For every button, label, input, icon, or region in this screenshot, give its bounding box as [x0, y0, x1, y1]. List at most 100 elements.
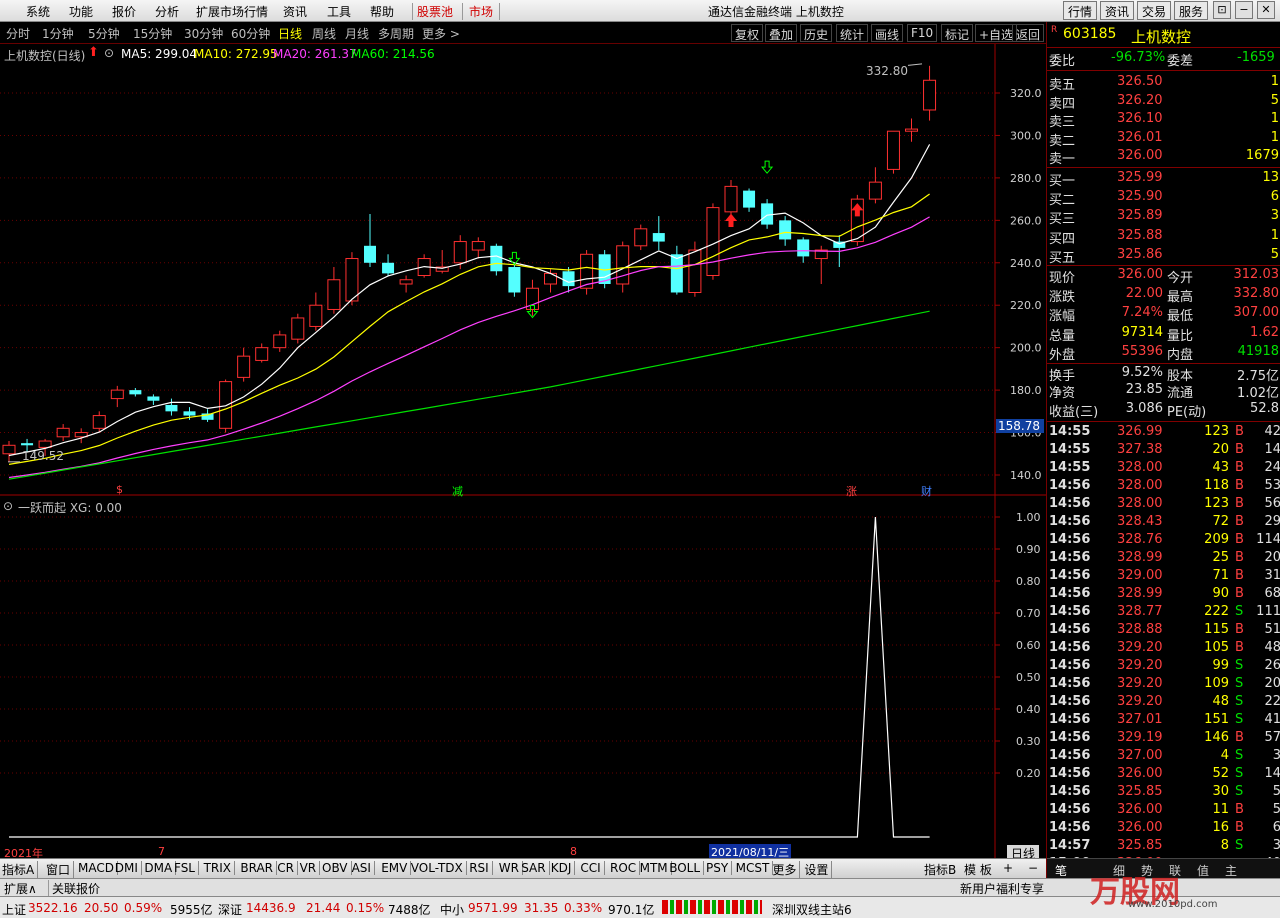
indicator-tab-5[interactable]: FSL [174, 861, 199, 875]
indicator-tab-9[interactable]: VR [300, 861, 321, 875]
menu-help[interactable]: 帮助 [370, 3, 394, 20]
period-multi[interactable]: 多周期 [378, 25, 414, 42]
tick-time: 14:56 [1049, 568, 1091, 583]
period-1min[interactable]: 1分钟 [42, 25, 74, 42]
indicator-tab-4[interactable]: DMA [144, 861, 177, 875]
tabbar-right-2[interactable]: + [1003, 861, 1013, 875]
stat-row: 现价 326.00 今开 312.03 [1047, 267, 1280, 286]
tool-history[interactable]: 历史 [800, 24, 833, 42]
btn-news[interactable]: 资讯 [1100, 1, 1135, 20]
bid-label: 买三 [1049, 212, 1076, 228]
period-more[interactable]: 更多 > [422, 25, 460, 42]
period-5min[interactable]: 5分钟 [88, 25, 120, 42]
btn-quote[interactable]: 行情 [1063, 1, 1098, 20]
indicator-tab-11[interactable]: ASI [352, 861, 375, 875]
tabbar-right-0[interactable]: 指标B [924, 861, 956, 878]
indicator-tab-24[interactable]: 更多 [772, 861, 801, 878]
indicator-tab-14[interactable]: RSI [469, 861, 493, 875]
tool-back[interactable]: 返回 [1012, 24, 1045, 42]
indicator-tab-21[interactable]: BOLL [669, 861, 705, 875]
tool-mark[interactable]: 标记 [941, 24, 974, 42]
ask-row[interactable]: 卖二 326.01 1 [1047, 130, 1280, 149]
menu-system[interactable]: 系统 [26, 3, 50, 20]
menu-analysis[interactable]: 分析 [155, 3, 179, 20]
tabbar-right-1[interactable]: 模 板 [964, 861, 992, 878]
indicator-tab-2[interactable]: MACD [78, 861, 118, 875]
promo-link[interactable]: 新用户福利专享 [960, 880, 1044, 897]
wb-label: 委比 [1049, 54, 1076, 69]
indicator-tab-10[interactable]: OBV [322, 861, 352, 875]
period-monthly[interactable]: 月线 [345, 25, 369, 42]
restore-icon[interactable]: ⊡ [1213, 1, 1231, 19]
btn-trade[interactable]: 交易 [1137, 1, 1172, 20]
indicator-tab-18[interactable]: CCI [580, 861, 605, 875]
close-icon[interactable]: ✕ [1257, 1, 1275, 19]
minimize-icon[interactable]: − [1235, 1, 1253, 19]
tool-stats[interactable]: 统计 [836, 24, 869, 42]
tab-main[interactable]: 主 [1225, 862, 1237, 879]
stat-label: 换手 [1049, 369, 1076, 384]
indicator-tab-16[interactable]: SAR [521, 861, 550, 875]
menu-news[interactable]: 资讯 [283, 3, 307, 20]
period-15min[interactable]: 15分钟 [133, 25, 172, 42]
ind-tick-label: 0.80 [1016, 575, 1041, 588]
tabbar-right-3[interactable]: − [1028, 861, 1038, 875]
tool-overlay[interactable]: 叠加 [765, 24, 798, 42]
menu-market[interactable]: 市场 [462, 3, 501, 20]
indicator-tab-13[interactable]: VOL-TDX [411, 861, 467, 875]
sz-amount: 7488亿 [388, 903, 431, 917]
tool-draw[interactable]: 画线 [871, 24, 904, 42]
tab-trades[interactable]: 笔 [1055, 862, 1067, 879]
indicator-tab-20[interactable]: MTM [640, 861, 672, 875]
tool-f10[interactable]: F10 [907, 24, 938, 42]
indicator-tab-0[interactable]: 指标A [2, 861, 39, 878]
menu-function[interactable]: 功能 [69, 3, 93, 20]
period-daily[interactable]: 日线 [278, 25, 302, 42]
bid-row[interactable]: 买二 325.90 6 [1047, 189, 1280, 208]
linked-quote-tab[interactable]: 关联报价 [48, 880, 100, 897]
tool-adjust[interactable]: 复权 [731, 24, 764, 42]
indicator-tab-22[interactable]: PSY [706, 861, 733, 875]
tick-time: 14:56 [1049, 586, 1091, 601]
bid-row[interactable]: 买一 325.99 13 [1047, 170, 1280, 189]
bid-row[interactable]: 买五 325.86 5 [1047, 247, 1280, 266]
menu-tools[interactable]: 工具 [327, 3, 351, 20]
bid-row[interactable]: 买四 325.88 1 [1047, 228, 1280, 247]
tool-add-watch[interactable]: +自选 [975, 24, 1018, 42]
tick-side: B [1235, 640, 1244, 655]
ask-row[interactable]: 卖五 326.50 1 [1047, 74, 1280, 93]
menu-stock-pool[interactable]: 股票池 [412, 3, 453, 20]
candle-body [345, 258, 359, 302]
expand-toggle[interactable]: 扩展∧ [4, 880, 37, 897]
indicator-tab-15[interactable]: WR [499, 861, 523, 875]
period-intraday[interactable]: 分时 [6, 25, 30, 42]
indicator-tab-6[interactable]: TRIX [204, 861, 236, 875]
menu-ext-market[interactable]: 扩展市场行情 [196, 3, 268, 20]
indicator-tab-17[interactable]: KDJ [551, 861, 576, 875]
period-weekly[interactable]: 周线 [312, 25, 336, 42]
indicator-tab-12[interactable]: EMV [381, 861, 412, 875]
indicator-tab-8[interactable]: CR [277, 861, 298, 875]
btn-service[interactable]: 服务 [1174, 1, 1209, 20]
indicator-tab-23[interactable]: MCST [736, 861, 774, 875]
kline-chart[interactable]: 140.0160.0180.0200.0220.0240.0260.0280.0… [0, 44, 1046, 858]
indicator-tab-25[interactable]: 设置 [804, 861, 833, 878]
ask-row[interactable]: 卖四 326.20 5 [1047, 93, 1280, 112]
period-30min[interactable]: 30分钟 [184, 25, 223, 42]
indicator-tab-19[interactable]: ROC [610, 861, 641, 875]
indicator-dropdown-icon[interactable]: ⊙ [3, 499, 13, 513]
menu-quote[interactable]: 报价 [112, 3, 136, 20]
ask-row[interactable]: 卖一 326.00 1679 [1047, 148, 1280, 167]
ma10-line [8, 193, 930, 465]
indicator-tab-1[interactable]: 窗口 [46, 861, 75, 878]
ask-row[interactable]: 卖三 326.10 1 [1047, 111, 1280, 130]
indicator-tab-3[interactable]: DMI [115, 861, 142, 875]
candle-body [562, 271, 575, 287]
bid-row[interactable]: 买三 325.89 3 [1047, 208, 1280, 227]
dropdown-icon[interactable]: ⊙ [104, 46, 114, 60]
tab-value[interactable]: 值 [1197, 862, 1209, 879]
period-60min[interactable]: 60分钟 [231, 25, 270, 42]
tick-row: 14:56 325.85 30 S 5 [1047, 784, 1280, 803]
tick-row: 14:56 329.19 146 B 57 [1047, 730, 1280, 749]
indicator-tab-7[interactable]: BRAR [240, 861, 278, 875]
